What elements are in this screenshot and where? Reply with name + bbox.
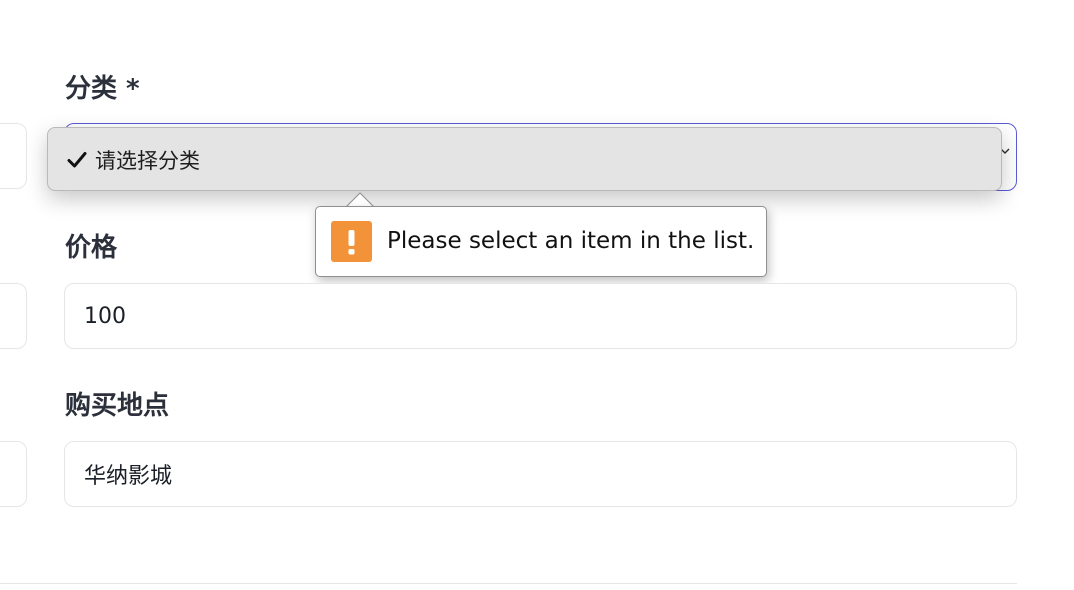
left-column-input-3[interactable]: J bbox=[0, 441, 27, 507]
purchase-location-label: 购买地点 bbox=[65, 391, 170, 421]
dropdown-option-selected[interactable]: 请选择分类 bbox=[66, 146, 200, 174]
dropdown-option-label: 请选择分类 bbox=[95, 149, 200, 173]
category-dropdown-list: 请选择分类 bbox=[47, 127, 1002, 191]
purchase-location-input[interactable] bbox=[64, 441, 1017, 507]
validation-tooltip: Please select an item in the list. bbox=[315, 206, 767, 277]
left-column-input-2[interactable] bbox=[0, 283, 27, 349]
price-label: 价格 bbox=[65, 233, 118, 263]
section-divider bbox=[0, 583, 1017, 584]
price-input[interactable] bbox=[64, 283, 1017, 349]
left-column-input-1[interactable] bbox=[0, 123, 27, 189]
category-label: 分类 * bbox=[65, 74, 140, 104]
checkmark-icon bbox=[67, 152, 87, 168]
validation-message: Please select an item in the list. bbox=[387, 228, 755, 254]
warning-icon bbox=[331, 221, 372, 262]
